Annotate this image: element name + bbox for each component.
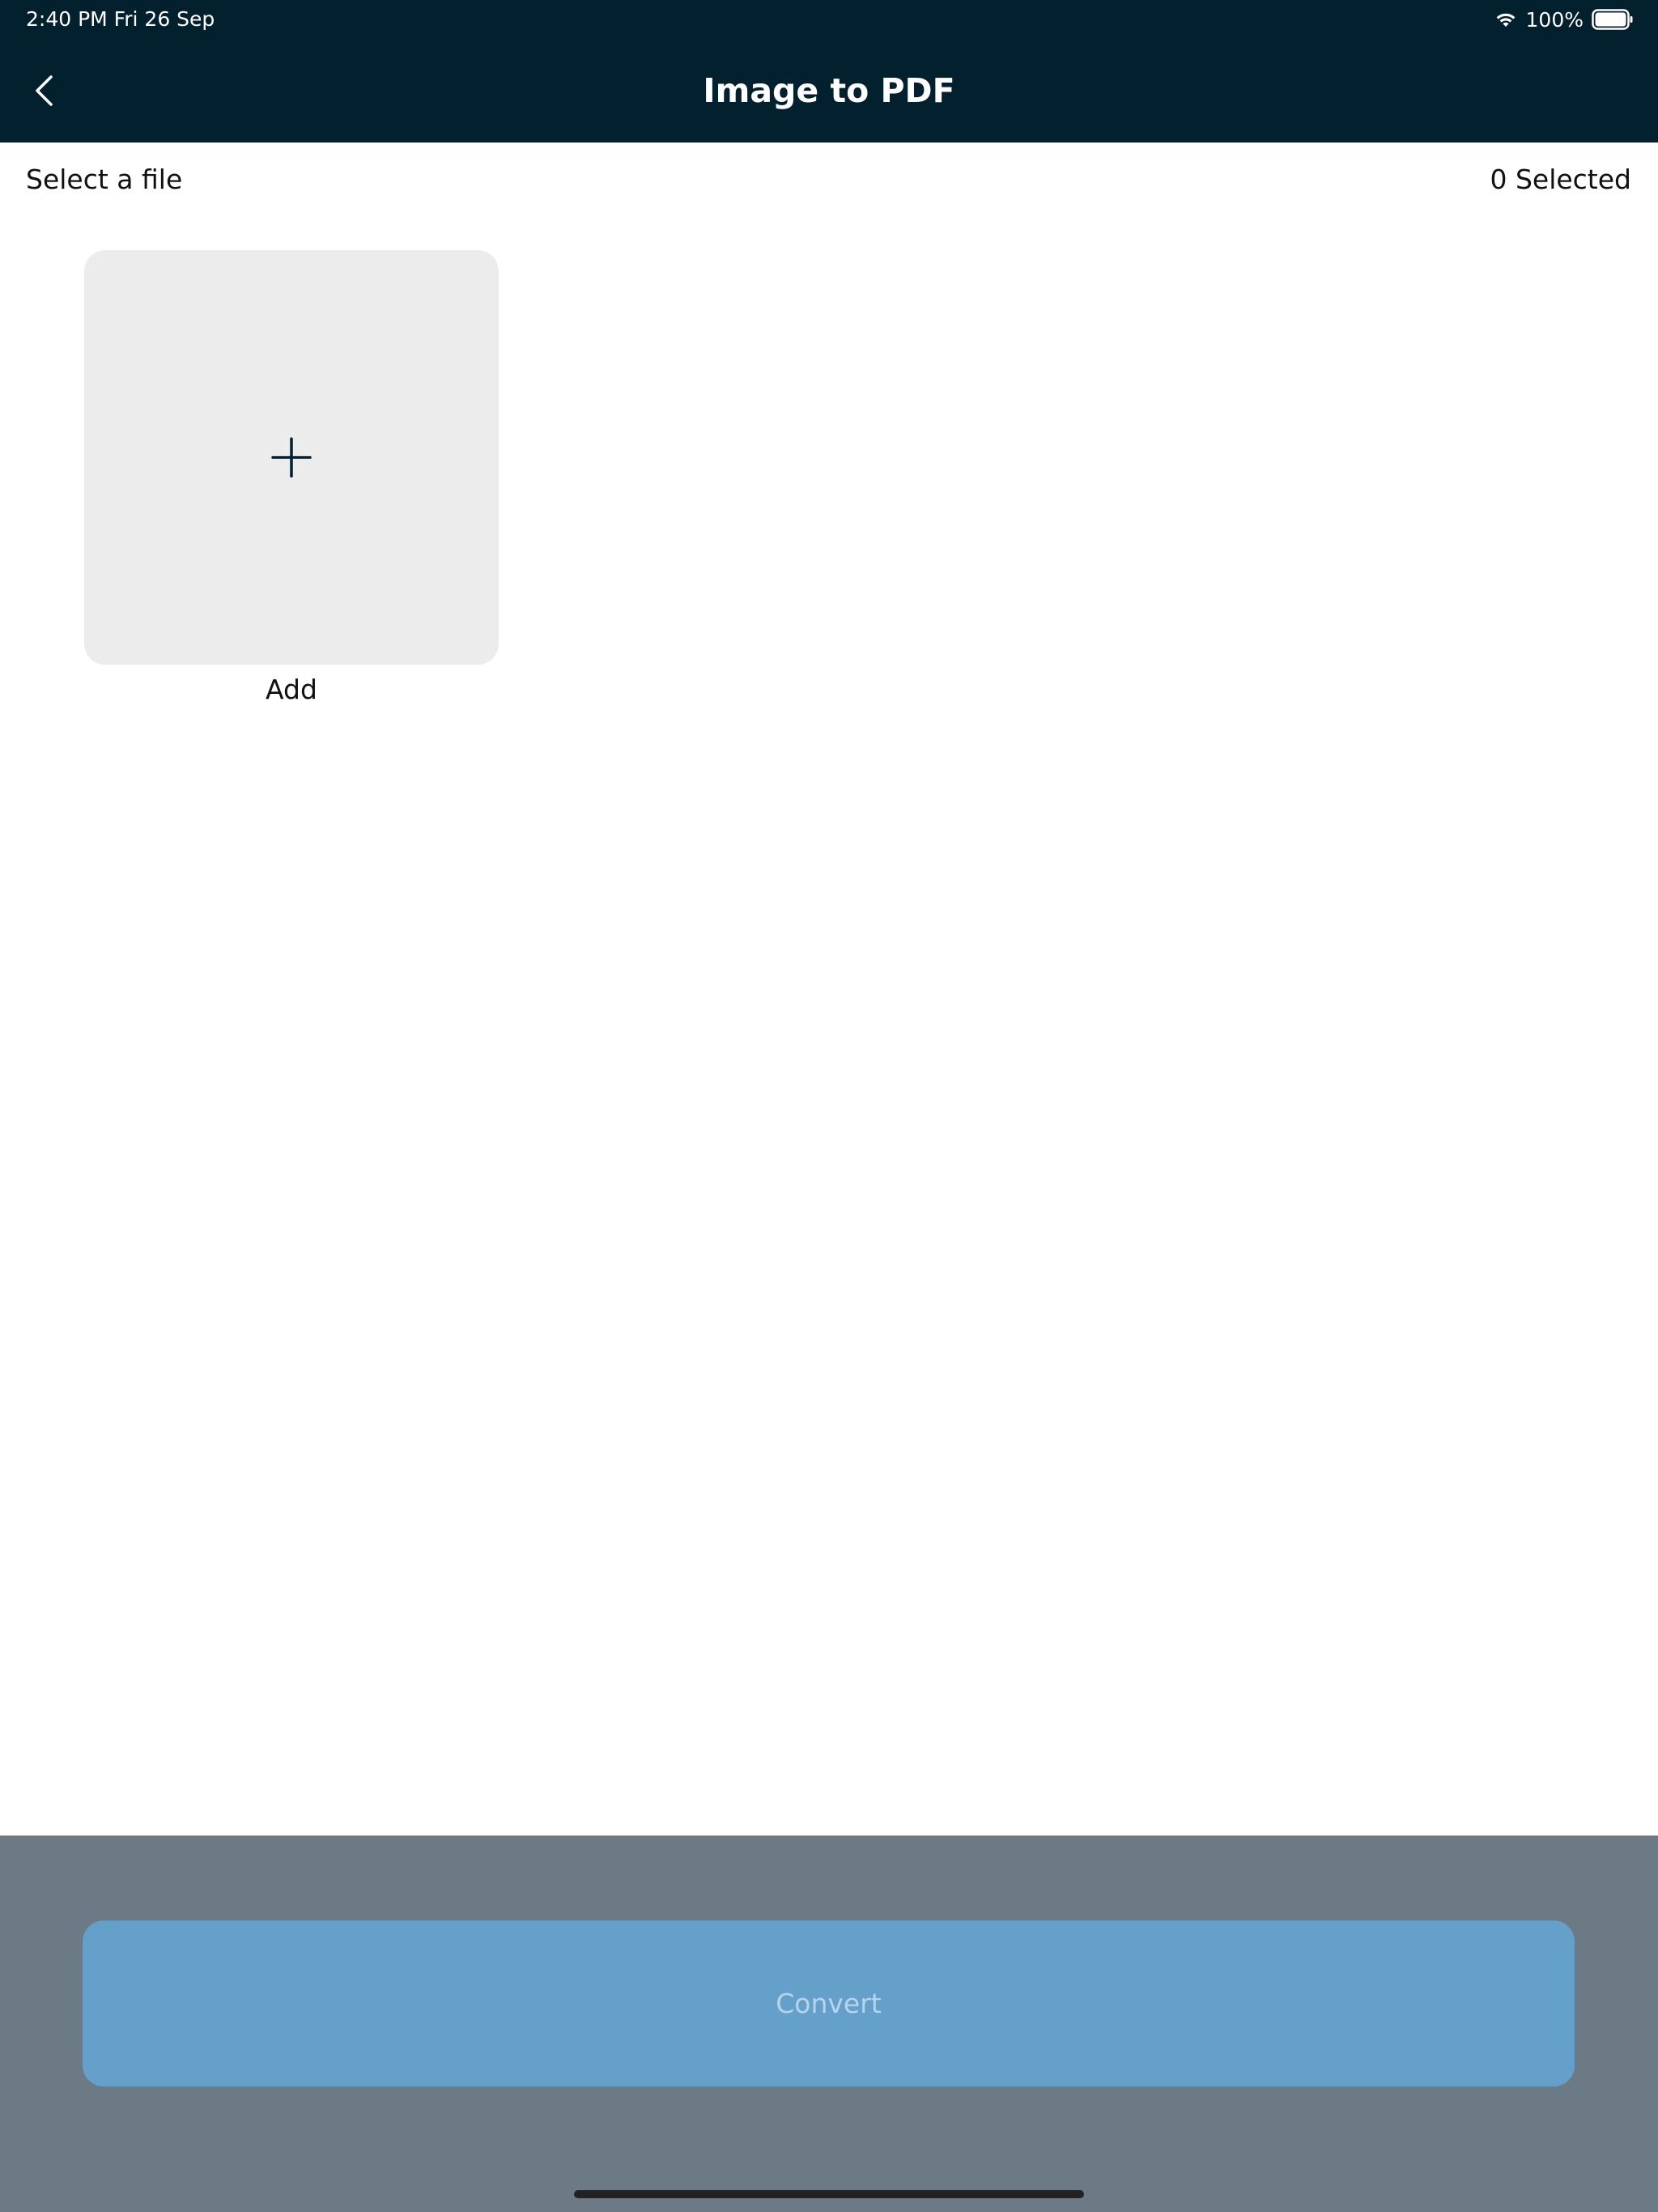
- image-to-pdf-screen: 2:40 PM Fri 26 Sep 100% Image to PDF Sel…: [0, 0, 1658, 2212]
- page-title: Image to PDF: [703, 71, 955, 110]
- status-indicators: 100%: [1494, 5, 1634, 34]
- add-file-tile[interactable]: [84, 250, 499, 665]
- navigation-header: 2:40 PM Fri 26 Sep 100% Image to PDF: [0, 0, 1658, 143]
- selected-count: 0 Selected: [1490, 164, 1631, 195]
- home-indicator[interactable]: [574, 2190, 1084, 2198]
- plus-icon: [271, 437, 312, 478]
- battery-percentage: 100%: [1525, 7, 1584, 32]
- status-time-date: 2:40 PM Fri 26 Sep: [26, 7, 215, 31]
- add-label: Add: [266, 674, 317, 705]
- select-file-label: Select a file: [26, 164, 183, 195]
- convert-button[interactable]: Convert: [83, 1921, 1575, 2087]
- wifi-icon: [1496, 13, 1515, 27]
- battery-icon: [1592, 9, 1633, 30]
